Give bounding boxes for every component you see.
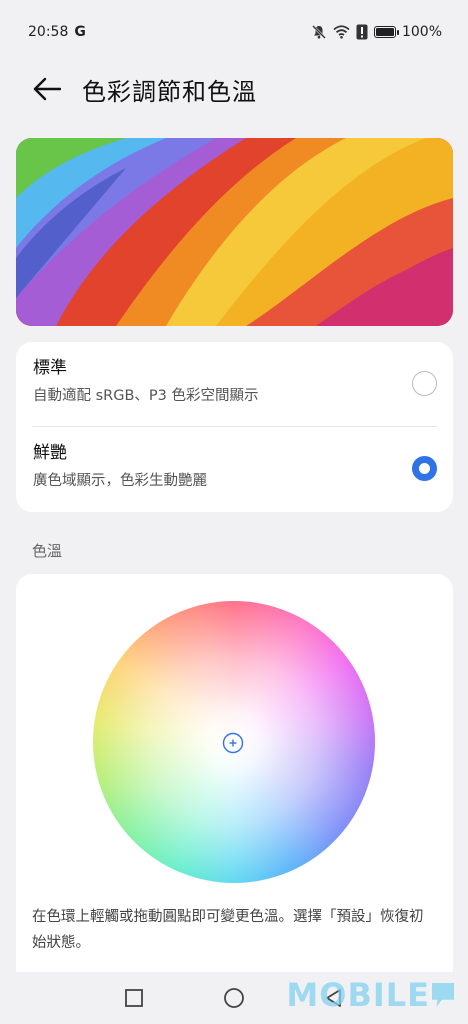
wifi-icon (333, 25, 350, 39)
battery-icon (373, 26, 399, 38)
mode-option-description: 廣色域顯示，色彩生動艷麗 (33, 473, 207, 489)
watermark-text: MOBILE (286, 976, 430, 1014)
color-temperature-description: 在色環上輕觸或拖動圓點即可變更色溫。選擇「預設」恢復初始狀態。 (32, 909, 424, 951)
mute-bell-icon (311, 24, 327, 40)
recents-square-icon (125, 989, 143, 1007)
color-wheel-handle[interactable] (222, 732, 244, 754)
status-bar: 20:58 G 100% (0, 0, 468, 64)
app-bar: 色彩調節和色溫 (0, 64, 468, 114)
color-mode-card: 標準 自動適配 sRGB、P3 色彩空間顯示 鮮艷 廣色域顯示，色彩生動艷麗 (16, 342, 453, 512)
preview-banner-image (16, 138, 453, 326)
status-carrier-letter: G (74, 24, 86, 40)
radio-vivid[interactable] (412, 456, 437, 481)
page-title: 色彩調節和色溫 (82, 77, 257, 106)
home-button[interactable] (216, 972, 252, 1024)
mode-option-title: 標準 (33, 358, 67, 378)
arrow-left-icon (33, 77, 61, 101)
color-wheel[interactable] (93, 601, 375, 883)
mode-option-description: 自動適配 sRGB、P3 色彩空間顯示 (33, 388, 259, 404)
battery-percent: 100% (401, 24, 442, 40)
mode-option-vivid[interactable]: 鮮艷 廣色域顯示，色彩生動艷麗 (16, 427, 453, 512)
status-right: 100% (311, 24, 442, 40)
status-time: 20:58 (28, 24, 69, 40)
watermark: MOBILE (286, 976, 454, 1014)
home-circle-icon (224, 988, 244, 1008)
back-button[interactable] (30, 72, 64, 106)
mode-option-title: 鮮艷 (33, 443, 67, 463)
radio-standard[interactable] (412, 371, 437, 396)
section-label-color-temperature: 色溫 (32, 542, 63, 560)
alert-icon (356, 24, 368, 40)
recents-button[interactable] (116, 972, 152, 1024)
watermark-bubble-icon (432, 983, 454, 1007)
mode-option-standard[interactable]: 標準 自動適配 sRGB、P3 色彩空間顯示 (16, 342, 453, 427)
status-left: 20:58 G (28, 24, 86, 40)
